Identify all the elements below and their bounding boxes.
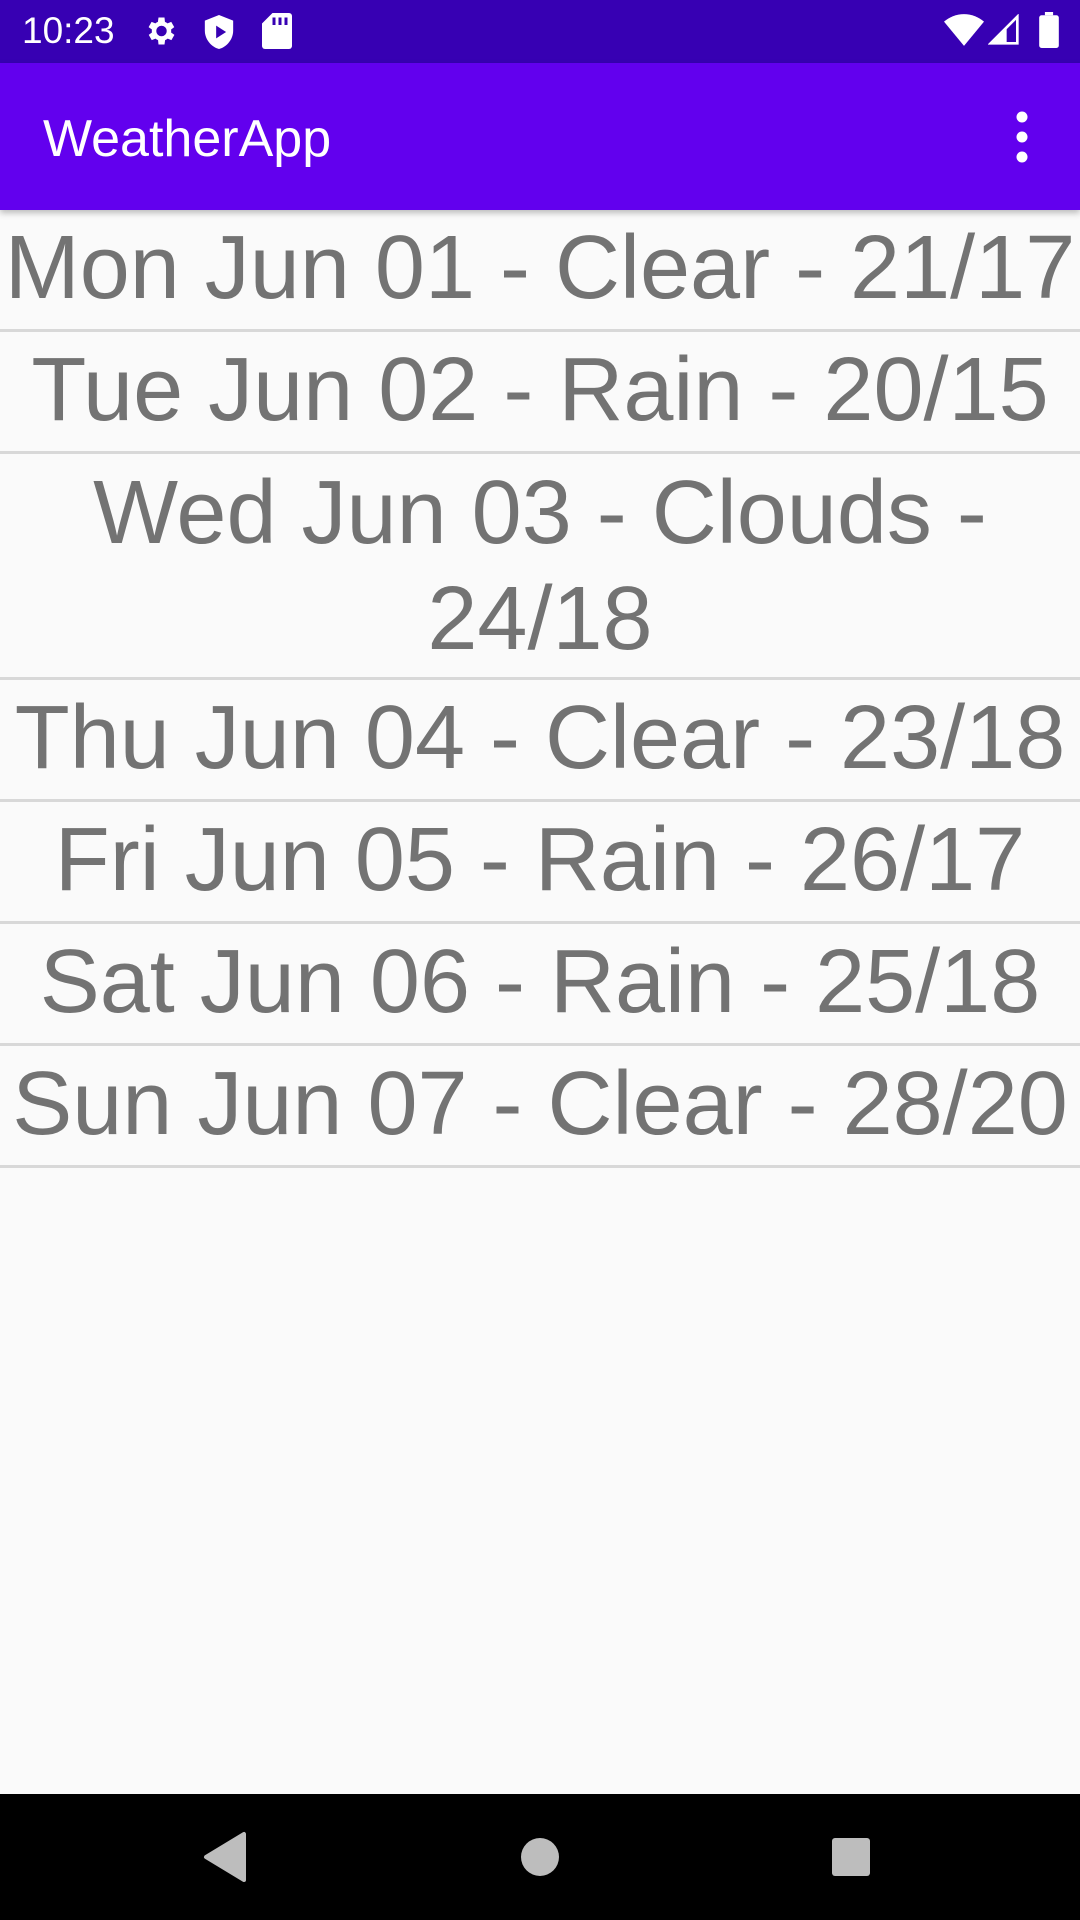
forecast-list-item[interactable]: Sun Jun 07 - Clear - 28/20 bbox=[0, 1046, 1080, 1168]
gear-icon bbox=[142, 13, 178, 54]
more-vert-icon bbox=[1016, 111, 1028, 163]
battery-icon bbox=[1038, 12, 1060, 53]
back-icon bbox=[204, 1832, 246, 1882]
navigation-bar bbox=[0, 1794, 1080, 1920]
forecast-list-item[interactable]: Sat Jun 06 - Rain - 25/18 bbox=[0, 924, 1080, 1046]
forecast-list-item[interactable]: Thu Jun 04 - Clear - 23/18 bbox=[0, 680, 1080, 802]
home-icon bbox=[521, 1838, 559, 1876]
status-time: 10:23 bbox=[22, 10, 115, 51]
shield-icon bbox=[202, 13, 236, 56]
app-title: WeatherApp bbox=[43, 110, 332, 168]
forecast-list-item[interactable]: Tue Jun 02 - Rain - 20/15 bbox=[0, 332, 1080, 454]
screen: 10:23 WeatherApp Mon Jun 01 - Clear - 21… bbox=[0, 0, 1080, 1920]
status-bar: 10:23 bbox=[0, 0, 1080, 63]
forecast-list-item[interactable]: Wed Jun 03 - Clouds - 24/18 bbox=[0, 454, 1080, 680]
signal-icon bbox=[987, 13, 1020, 51]
home-button[interactable] bbox=[460, 1794, 620, 1920]
recents-button[interactable] bbox=[771, 1794, 931, 1920]
forecast-list: Mon Jun 01 - Clear - 21/17 Tue Jun 02 - … bbox=[0, 210, 1080, 1168]
back-button[interactable] bbox=[146, 1794, 306, 1920]
wifi-icon bbox=[944, 14, 984, 51]
app-bar: WeatherApp bbox=[0, 63, 1080, 210]
recents-icon bbox=[832, 1838, 870, 1876]
forecast-list-item[interactable]: Fri Jun 05 - Rain - 26/17 bbox=[0, 802, 1080, 924]
sd-card-icon bbox=[262, 13, 292, 54]
overflow-menu-button[interactable] bbox=[1002, 107, 1042, 167]
forecast-list-item[interactable]: Mon Jun 01 - Clear - 21/17 bbox=[0, 210, 1080, 332]
